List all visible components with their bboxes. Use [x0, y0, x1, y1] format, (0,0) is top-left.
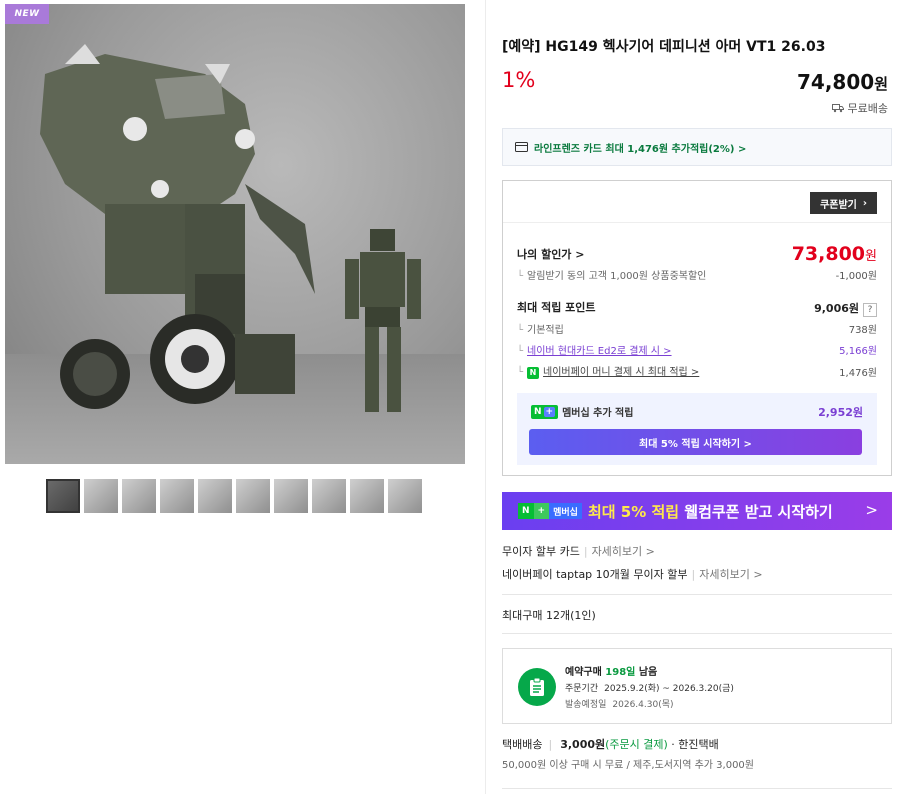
coupon-button[interactable]: 쿠폰받기 ›: [810, 192, 877, 214]
thumbnail-4[interactable]: [160, 479, 194, 513]
free-shipping-label: 무료배송: [847, 102, 888, 115]
delivery-fee: 3,000원: [560, 738, 606, 751]
product-title: [예약] HG149 헥사기어 데피니션 아머 VT1 26.03: [502, 39, 826, 55]
card-points-label: └ 네이버 현대카드 Ed2로 결제 시 >: [517, 346, 672, 357]
npay-points-row: └ N 네이버페이 머니 결제 시 최대 적립 > 1,476원: [517, 363, 877, 379]
thumbnail-1[interactable]: [46, 479, 80, 513]
credit-card-icon: [515, 142, 528, 152]
thumbnail-7[interactable]: [274, 479, 308, 513]
free-shipping: 무료배송: [831, 100, 888, 116]
delivery-pay-note: (주문시 결제): [605, 738, 668, 751]
my-price-unit: 원: [865, 249, 877, 264]
chevron-right-icon: ›: [862, 197, 867, 209]
basic-points-row: └ 기본적립 738원: [517, 321, 877, 336]
card-points-link[interactable]: 네이버 현대카드 Ed2로 결제 시 >: [527, 346, 672, 357]
taptap-row: 네이버페이 taptap 10개월 무이자 할부 | 자세히보기 >: [502, 568, 763, 581]
alarm-discount-label: └ 알림받기 동의 고객 1,000원 상품중복할인: [517, 271, 707, 282]
card-points-row: └ 네이버 현대카드 Ed2로 결제 시 > 5,166원: [517, 342, 877, 357]
divider: [502, 788, 892, 789]
thumbnail-6[interactable]: [236, 479, 270, 513]
delivery-carrier: · 한진택배: [667, 738, 719, 751]
membership-value: 2,952원: [818, 406, 863, 419]
delivery-note: 50,000원 이상 구매 시 무료 / 제주,도서지역 추가 3,000원: [502, 760, 754, 771]
installment-card-label: 무이자 할부 카드: [502, 545, 580, 558]
coupon-button-label: 쿠폰받기: [820, 199, 857, 211]
banner-member-tag: 멤버십: [549, 503, 582, 519]
ship-date: 발송예정일 2026.4.30(목): [565, 700, 674, 710]
clipboard-icon: [518, 668, 556, 706]
thumbnail-9[interactable]: [350, 479, 384, 513]
product-main-image[interactable]: NEW: [5, 4, 465, 464]
banner-highlight: 최대 5% 적립: [587, 502, 680, 521]
benefit-header: 쿠폰받기 ›: [503, 181, 891, 223]
npay-points-link[interactable]: 네이버페이 머니 결제 시 최대 적립 >: [543, 367, 699, 378]
membership-label-wrap: N + 멤버십 추가 적립: [531, 404, 633, 419]
card-benefit-box[interactable]: 라인프렌즈 카드 최대 1,476원 추가적립(2%) >: [502, 128, 892, 166]
discount-rate: 1%: [502, 68, 536, 92]
banner-n-icon: N: [518, 503, 534, 519]
help-icon[interactable]: ?: [863, 303, 877, 317]
installment-card-more[interactable]: 자세히보기 >: [592, 545, 655, 558]
points-value: 9,006원: [814, 302, 859, 315]
membership-label: 멤버십 추가 적립: [562, 408, 634, 419]
installment-card-row: 무이자 할부 카드 | 자세히보기 >: [502, 545, 655, 558]
thumbnail-10[interactable]: [388, 479, 422, 513]
taptap-label: 네이버페이 taptap 10개월 무이자 할부: [502, 568, 688, 581]
membership-welcome-banner[interactable]: N + 멤버십 최대 5% 적립 웰컴쿠폰 받고 시작하기 >: [502, 492, 892, 530]
alarm-discount-value: -1,000원: [835, 271, 877, 282]
order-period: 주문기간 2025.9.2(화) ~ 2026.3.20(금): [565, 684, 734, 694]
price-value: 74,800: [797, 70, 875, 94]
membership-start-button[interactable]: 최대 5% 적립 시작하기 >: [529, 429, 862, 455]
new-badge: NEW: [5, 4, 49, 24]
thumbnail-2[interactable]: [84, 479, 118, 513]
banner-tag: N + 멤버십: [518, 503, 582, 519]
chevron-right-icon: >: [865, 501, 878, 519]
thumbnail-3[interactable]: [122, 479, 156, 513]
product-info-panel: [예약] HG149 헥사기어 데피니션 아머 VT1 26.03 1% 74,…: [485, 0, 900, 794]
robot-illustration: [40, 44, 421, 412]
banner-text: 최대 5% 적립 웰컴쿠폰 받고 시작하기: [588, 501, 833, 522]
banner-main-text: 웰컴쿠폰 받고 시작하기: [679, 502, 833, 521]
points-value-wrap: 9,006원?: [814, 297, 877, 317]
divider: [502, 594, 892, 595]
delivery-method: 택배배송: [502, 738, 543, 751]
benefit-box: 쿠폰받기 › 나의 할인가 > 73,800원 └ 알림받기 동의 고객 1,00…: [502, 180, 892, 476]
my-price: 73,800원: [792, 243, 877, 265]
basic-points-value: 738원: [848, 325, 877, 336]
max-purchase: 최대구매 12개(1인): [502, 609, 596, 622]
preorder-box: 예약구매 198일 남음 주문기간 2025.9.2(화) ~ 2026.3.20…: [502, 648, 892, 724]
taptap-more[interactable]: 자세히보기 >: [699, 568, 762, 581]
thumbnail-strip: [46, 479, 422, 513]
preorder-days: 198일: [605, 667, 636, 678]
truck-icon: [831, 104, 844, 113]
divider: [502, 633, 892, 634]
points-label: 최대 적립 포인트: [517, 301, 596, 314]
nplus-icon: N +: [531, 404, 559, 419]
my-price-value: 73,800: [791, 243, 866, 265]
product-price: 74,800원: [797, 70, 888, 94]
alarm-discount-row: └ 알림받기 동의 고객 1,000원 상품중복할인 -1,000원: [517, 267, 877, 282]
preorder-title: 예약구매 198일 남음: [565, 667, 658, 678]
npay-points-value: 1,476원: [839, 367, 877, 379]
npay-points-label: └ N 네이버페이 머니 결제 시 최대 적립 >: [517, 367, 700, 379]
my-price-row: 나의 할인가 > 73,800원: [517, 243, 877, 265]
delivery-info: 택배배송 | 3,000원(주문시 결제) · 한진택배: [502, 738, 719, 751]
thumbnail-8[interactable]: [312, 479, 346, 513]
card-points-value: 5,166원: [839, 346, 877, 357]
thumbnail-5[interactable]: [198, 479, 232, 513]
card-benefit-text: 라인프렌즈 카드 최대 1,476원 추가적립(2%) >: [534, 143, 747, 155]
naverpay-icon: N: [527, 367, 540, 379]
basic-points-label: └ 기본적립: [517, 325, 564, 336]
my-price-label[interactable]: 나의 할인가 >: [517, 246, 584, 262]
points-row: 최대 적립 포인트 9,006원?: [517, 297, 877, 317]
membership-box: N + 멤버십 추가 적립 2,952원 최대 5% 적립 시작하기 >: [517, 393, 877, 465]
banner-plus-icon: +: [533, 503, 550, 519]
price-unit: 원: [874, 75, 888, 93]
